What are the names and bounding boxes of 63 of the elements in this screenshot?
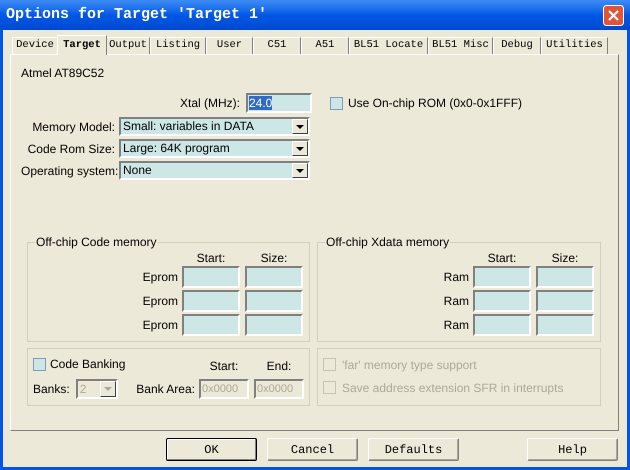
- checkbox-label: Save address extension SFR in interrupts: [342, 380, 564, 396]
- dropdown[interactable]: None: [119, 161, 310, 180]
- input-field[interactable]: [182, 290, 240, 312]
- field-label: Eprom: [142, 269, 178, 286]
- field-label: Eprom: [142, 293, 178, 310]
- group-title: Off-chip Xdata memory: [325, 234, 450, 251]
- device-name: Atmel AT89C52: [21, 65, 106, 81]
- field-label: Ram: [444, 317, 469, 334]
- input-field[interactable]: [245, 314, 303, 336]
- tab[interactable]: Device: [12, 37, 58, 54]
- column-header: Start:: [196, 250, 226, 264]
- field-label: Code Rom Size:: [26, 140, 115, 158]
- tab[interactable]: Output: [106, 37, 150, 54]
- button[interactable]: Defaults: [368, 438, 459, 461]
- input-field[interactable]: [536, 266, 594, 288]
- tab[interactable]: A51: [301, 37, 349, 54]
- field-label: Bank Area:: [136, 381, 195, 398]
- tab[interactable]: C51: [253, 37, 301, 54]
- dropdown[interactable]: Large: 64K program: [119, 139, 310, 158]
- checkbox-label: Use On-chip ROM (0x0-0x1FFF): [348, 95, 522, 112]
- column-header: Size:: [550, 250, 580, 264]
- input-field: 0x0000: [199, 379, 249, 399]
- input-field[interactable]: [182, 314, 240, 336]
- input-field[interactable]: [245, 290, 303, 312]
- input-field: 0x0000: [254, 379, 304, 399]
- column-header: Size:: [260, 250, 288, 264]
- tab[interactable]: Utilities: [541, 37, 608, 54]
- column-header: End:: [266, 358, 292, 375]
- field-label: Eprom: [142, 317, 178, 334]
- input-field[interactable]: [182, 266, 240, 288]
- tab[interactable]: Listing: [150, 37, 206, 54]
- button[interactable]: Cancel: [267, 438, 358, 461]
- field-label: Memory Model:: [31, 118, 115, 136]
- button[interactable]: Help: [527, 438, 618, 461]
- input-field[interactable]: 24.0: [246, 93, 312, 113]
- checkbox[interactable]: [33, 358, 46, 370]
- input-field[interactable]: [473, 314, 531, 336]
- checkbox-label: Code Banking: [50, 356, 126, 373]
- field-label: Xtal (MHz):: [179, 95, 240, 112]
- dropdown: 2: [76, 379, 118, 399]
- button[interactable]: OK: [166, 438, 257, 461]
- field-label: Operating system:: [21, 162, 115, 180]
- input-field[interactable]: [536, 290, 594, 312]
- field-label: Banks:: [33, 381, 70, 398]
- close-icon[interactable]: [603, 4, 624, 26]
- tab[interactable]: User: [206, 37, 253, 54]
- checkbox-label: 'far' memory type support: [342, 356, 477, 374]
- input-field[interactable]: [536, 314, 594, 336]
- group-title: Off-chip Code memory: [35, 234, 158, 251]
- field-label: Ram: [444, 293, 469, 310]
- tab[interactable]: BL51 Locate: [349, 37, 428, 54]
- input-field[interactable]: [473, 290, 531, 312]
- tab[interactable]: BL51 Misc: [428, 37, 493, 54]
- checkbox[interactable]: [330, 96, 343, 110]
- tab[interactable]: Debug: [493, 37, 541, 54]
- column-header: Start:: [208, 358, 240, 375]
- column-header: Start:: [486, 250, 518, 264]
- field-label: Ram: [444, 269, 469, 286]
- input-field[interactable]: [473, 266, 531, 288]
- tab[interactable]: Target: [57, 35, 107, 55]
- input-field[interactable]: [245, 266, 303, 288]
- window-title: Options for Target 'Target 1': [6, 4, 268, 25]
- dropdown[interactable]: Small: variables in DATA: [119, 117, 310, 136]
